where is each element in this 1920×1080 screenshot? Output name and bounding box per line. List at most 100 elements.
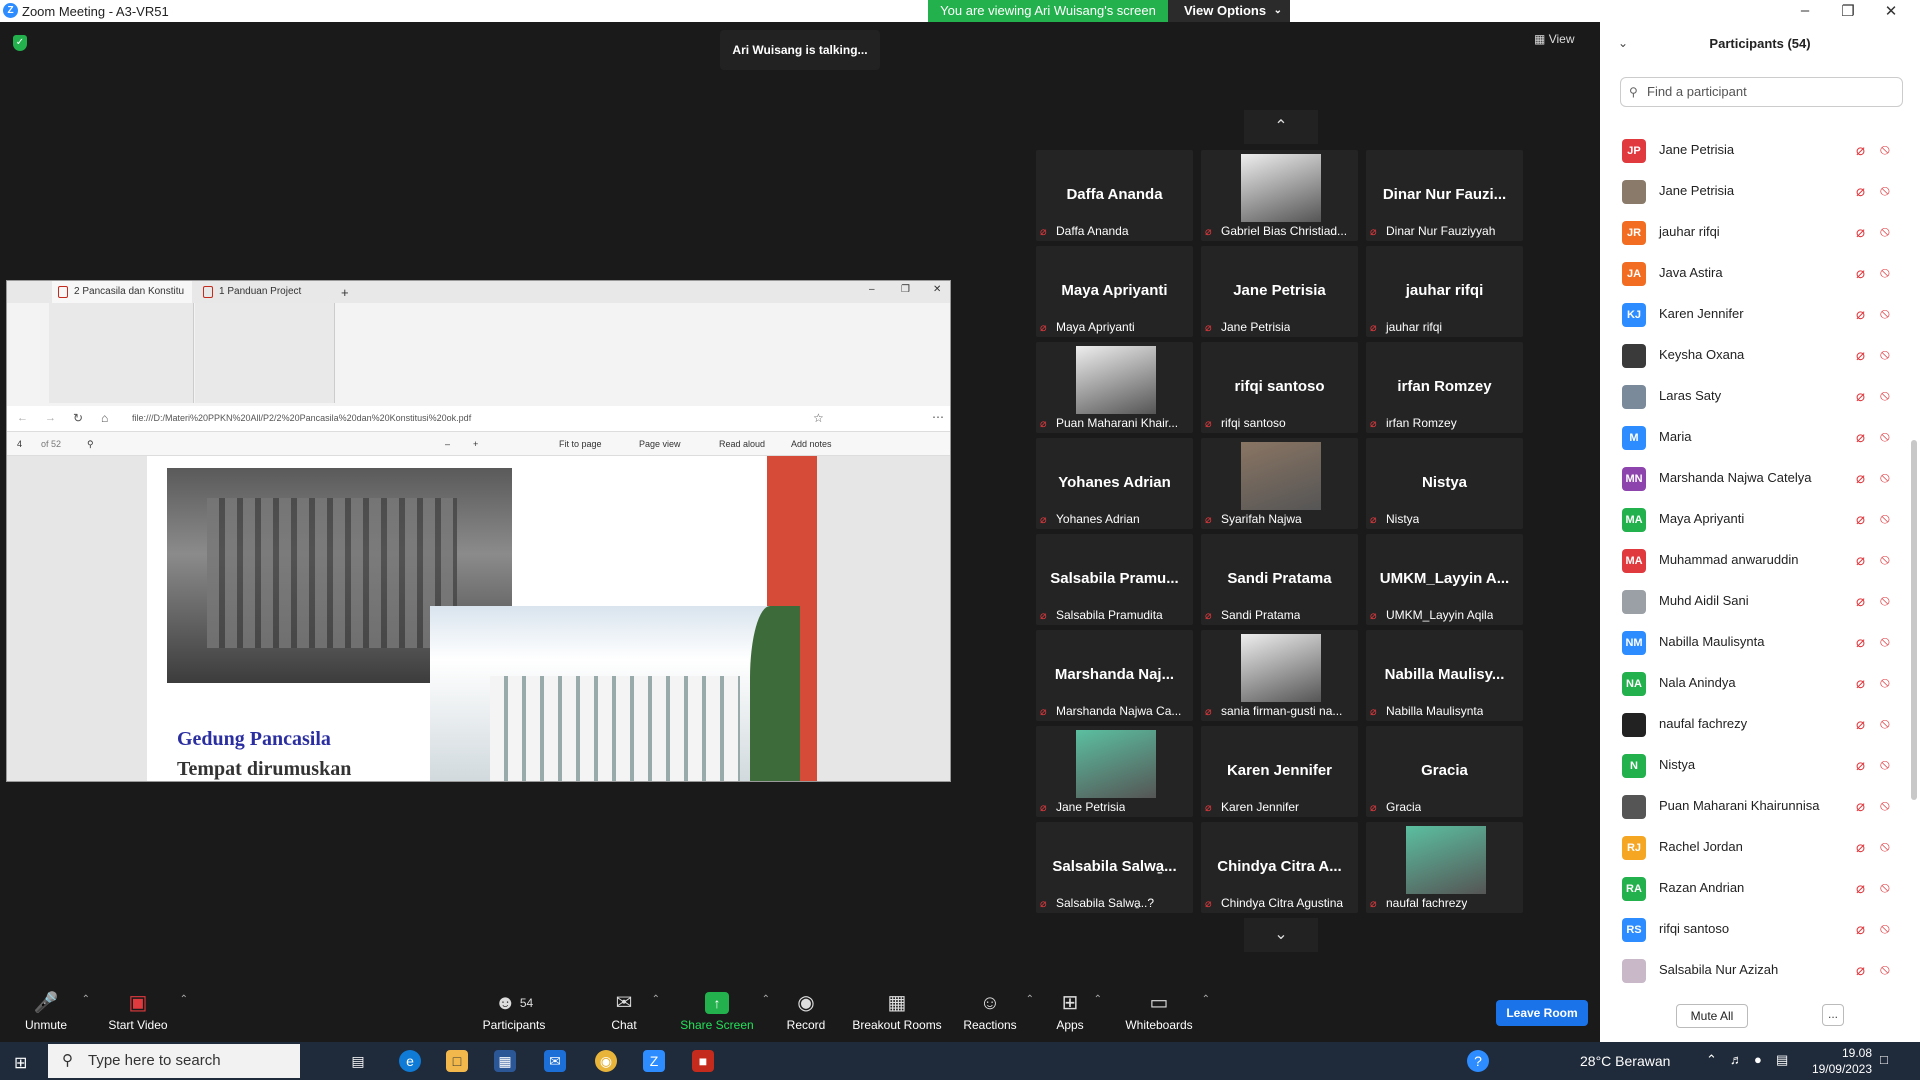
participant-row[interactable]: JA Java Astira ⌀ ⦸ [1600,253,1908,294]
share-screen-button[interactable]: ↑ Share Screen ⌃ [680,986,770,1042]
chevron-up-icon[interactable]: ⌃ [180,994,188,1005]
video-tile[interactable]: ⌀ naufal fachrezy [1366,822,1523,913]
network-icon[interactable]: ▤ [1776,1052,1788,1068]
reactions-button[interactable]: ☺ Reactions ⌃ [962,986,1034,1042]
view-options-button[interactable]: View Options ⌄ [1168,0,1290,22]
gallery-up-button[interactable]: ⌃ [1244,110,1318,144]
record-button[interactable]: ◉ Record [784,986,828,1042]
participant-row[interactable]: Laras Saty ⌀ ⦸ [1600,376,1908,417]
participant-row[interactable]: JP Jane Petrisia ⌀ ⦸ [1600,130,1908,171]
participant-row[interactable]: RA Razan Andrian ⌀ ⦸ [1600,868,1908,909]
participant-row[interactable]: MA Muhammad anwaruddin ⌀ ⦸ [1600,540,1908,581]
video-tile[interactable]: ⌀ Puan Maharani Khair... [1036,342,1193,433]
new-tab-icon[interactable]: + [341,285,349,300]
video-tile[interactable]: rifqi santoso ⌀ rifqi santoso [1201,342,1358,433]
video-tile[interactable]: Chindya Citra A... ⌀ Chindya Citra Agustin… [1201,822,1358,913]
participant-row[interactable]: MN Marshanda Najwa Catelya ⌀ ⦸ [1600,458,1908,499]
video-tile[interactable]: Karen Jennifer ⌀ Karen Jennifer [1201,726,1358,817]
home-icon[interactable]: ⌂ [101,411,108,425]
video-tile[interactable]: jauhar rifqi ⌀ jauhar rifqi [1366,246,1523,337]
windows-start-icon[interactable]: ⊞ [14,1053,27,1073]
participant-row[interactable]: Muhd Aidil Sani ⌀ ⦸ [1600,581,1908,622]
store-icon[interactable]: ▦ [494,1050,516,1072]
file-explorer-icon[interactable]: □ [446,1050,468,1072]
chevron-up-icon[interactable]: ⌃ [1202,994,1210,1005]
participant-row[interactable]: Salsabila Nur Azizah ⌀ ⦸ [1600,950,1908,991]
maximize-icon[interactable]: ❐ [1833,2,1863,20]
video-tile[interactable]: Salsabila Pramu... ⌀ Salsabila Pramudita [1036,534,1193,625]
participants-button[interactable]: ☻ 54 Participants [478,986,550,1042]
start-video-button[interactable]: ▣ Start Video ⌃ [104,986,188,1042]
unmute-button[interactable]: 🎤 Unmute ⌃ [18,986,90,1042]
mute-all-button[interactable]: Mute All [1676,1004,1748,1028]
participant-row[interactable]: Keysha Oxana ⌀ ⦸ [1600,335,1908,376]
zoom-out-icon[interactable]: – [445,439,450,449]
video-tile[interactable]: Salsabila Salwa̱... ⌀ Salsabila Salwa̱..? [1036,822,1193,913]
video-tile[interactable]: irfan Romzey ⌀ irfan Romzey [1366,342,1523,433]
browser-tab-active[interactable]: 2 Pancasila dan Konstitu [52,281,192,303]
maximize-icon[interactable]: ❐ [901,284,910,295]
chevron-up-icon[interactable]: ⌃ [1094,994,1102,1005]
video-tile[interactable]: Marshanda Naj... ⌀ Marshanda Najwa Ca... [1036,630,1193,721]
address-bar[interactable]: ← → ↻ ⌂ file:///D:/Materi%20PPKN%20All/P… [7,406,950,432]
video-tile[interactable]: Yohanes Adrian ⌀ Yohanes Adrian [1036,438,1193,529]
close-icon[interactable]: ✕ [933,284,941,295]
chevron-up-icon[interactable]: ⌃ [652,994,660,1005]
volume-icon[interactable]: ♬ [1730,1052,1743,1067]
weather-widget[interactable]: 28°C Berawan [1580,1053,1670,1069]
video-tile[interactable]: Gracia ⌀ Gracia [1366,726,1523,817]
edge-browser-icon[interactable]: e [399,1050,421,1072]
apps-button[interactable]: ⊞ Apps ⌃ [1054,986,1102,1042]
page-view-button[interactable]: Page view [639,439,681,449]
participant-row[interactable]: NA Nala Anindya ⌀ ⦸ [1600,663,1908,704]
notifications-icon[interactable]: □ [1880,1052,1888,1067]
mic-icon[interactable]: ● [1754,1052,1762,1067]
zoom-taskbar-icon[interactable]: Z [643,1050,665,1072]
video-tile[interactable]: Dinar Nur Fauzi... ⌀ Dinar Nur Fauziyyah [1366,150,1523,241]
video-tile[interactable]: ⌀ Gabriel Bias Christiad... [1201,150,1358,241]
participant-row[interactable]: naufal fachrezy ⌀ ⦸ [1600,704,1908,745]
participant-row[interactable]: NM Nabilla Maulisynta ⌀ ⦸ [1600,622,1908,663]
url-text[interactable]: file:///D:/Materi%20PPKN%20All/P2/2%20Pa… [132,413,832,423]
search-icon[interactable]: ⚲ [87,439,94,450]
zoom-in-icon[interactable]: + [473,439,478,449]
close-icon[interactable]: ✕ [1876,2,1906,20]
forward-icon[interactable]: → [45,412,56,424]
breakout-rooms-button[interactable]: ▦ Breakout Rooms [852,986,942,1042]
star-icon[interactable]: ☆ [813,411,824,425]
encryption-shield-icon[interactable]: ✓ [13,35,27,51]
chevron-up-icon[interactable]: ⌃ [1026,994,1034,1005]
participant-row[interactable]: RJ Rachel Jordan ⌀ ⦸ [1600,827,1908,868]
browser-tab[interactable]: 1 Panduan Project Kelompo [197,281,337,319]
chat-button[interactable]: ✉ Chat ⌃ [604,986,660,1042]
participant-row[interactable]: RS rifqi santoso ⌀ ⦸ [1600,909,1908,950]
participant-search-input[interactable]: ⚲ Find a participant [1620,77,1903,107]
add-notes-button[interactable]: Add notes [791,439,832,449]
chevron-up-icon[interactable]: ⌃ [762,994,770,1005]
gallery-down-button[interactable]: ⌄ [1244,918,1318,952]
participant-row[interactable]: JR jauhar rifqi ⌀ ⦸ [1600,212,1908,253]
video-tile[interactable]: ⌀ Jane Petrisia [1036,726,1193,817]
video-tile[interactable]: Maya Apriyanti ⌀ Maya Apriyanti [1036,246,1193,337]
shared-browser-window[interactable]: 2 Pancasila dan Konstitu 1 Panduan Proje… [6,280,951,782]
video-tile[interactable]: Nistya ⌀ Nistya [1366,438,1523,529]
video-tile[interactable]: UMKM_Layyin A... ⌀ UMKM_Layyin Aqila [1366,534,1523,625]
video-tile[interactable]: Nabilla Maulisy... ⌀ Nabilla Maulisynta [1366,630,1523,721]
video-tile[interactable]: ⌀ sania firman-gusti na... [1201,630,1358,721]
back-icon[interactable]: ← [17,412,28,424]
taskbar-search-input[interactable]: ⚲ Type here to search [48,1044,300,1078]
participant-row[interactable]: Puan Maharani Khairunnisa ⌀ ⦸ [1600,786,1908,827]
fit-to-page-button[interactable]: Fit to page [559,439,602,449]
help-icon[interactable]: ? [1467,1050,1489,1072]
leave-room-button[interactable]: Leave Room [1496,1000,1588,1026]
page-number[interactable]: 4 [17,439,22,449]
chevron-up-icon[interactable]: ⌃ [82,994,90,1005]
whiteboards-button[interactable]: ▭ Whiteboards ⌃ [1124,986,1210,1042]
chrome-icon[interactable]: ◉ [595,1050,617,1072]
participant-row[interactable]: Jane Petrisia ⌀ ⦸ [1600,171,1908,212]
participant-row[interactable]: N Nistya ⌀ ⦸ [1600,745,1908,786]
video-tile[interactable]: Jane Petrisia ⌀ Jane Petrisia [1201,246,1358,337]
video-tile[interactable]: Sandi Pratama ⌀ Sandi Pratama [1201,534,1358,625]
participant-row[interactable]: KJ Karen Jennifer ⌀ ⦸ [1600,294,1908,335]
mail-icon[interactable]: ✉ [544,1050,566,1072]
